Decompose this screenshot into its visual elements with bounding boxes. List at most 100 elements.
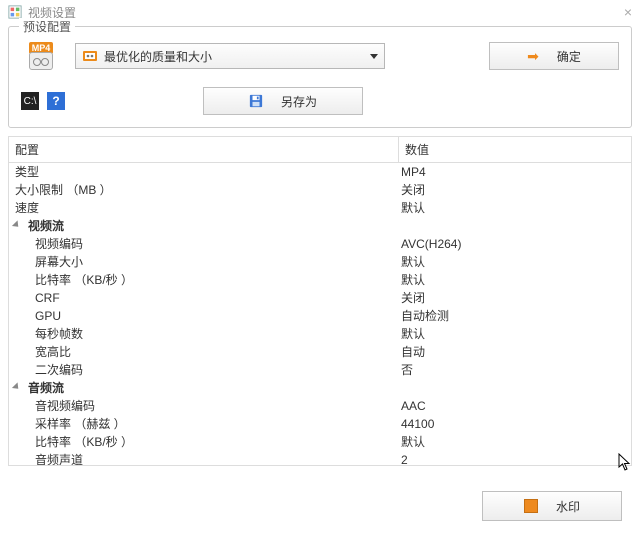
preset-panel: 预设配置 MP4 最优化的质量和大小 ➡ 确定 C:\ ? 另存为: [8, 26, 632, 128]
grid-cell-name-text: 大小限制 （MB ）: [15, 181, 112, 199]
grid-row[interactable]: 音频声道 2: [9, 451, 631, 465]
watermark-label: 水印: [556, 498, 580, 515]
grid-row[interactable]: 大小限制 （MB ） 关闭: [9, 181, 631, 199]
grid-cell-value[interactable]: 默认: [399, 433, 631, 451]
grid-cell-name: 大小限制 （MB ）: [9, 181, 399, 199]
watermark-button[interactable]: 水印: [482, 491, 622, 521]
grid-cell-value-text: AAC: [401, 399, 426, 413]
grid-row[interactable]: 每秒帧数 默认: [9, 325, 631, 343]
grid-cell-value-text: MP4: [401, 165, 426, 179]
grid-cell-name-text: 音频声道: [35, 451, 83, 465]
ok-button[interactable]: ➡ 确定: [489, 42, 619, 70]
grid-cell-name-text: GPU: [35, 307, 61, 325]
grid-cell-name: 宽高比: [9, 343, 399, 361]
grid-row[interactable]: 音视频编码 AAC: [9, 397, 631, 415]
grid-cell-name-text: 采样率 （赫兹 ）: [35, 415, 126, 433]
grid-cell-value[interactable]: 关闭: [399, 289, 631, 307]
grid-row[interactable]: CRF 关闭: [9, 289, 631, 307]
grid-row[interactable]: GPU 自动检测: [9, 307, 631, 325]
grid-cell-name: GPU: [9, 307, 399, 325]
grid-cell-value[interactable]: 否: [399, 361, 631, 379]
ok-button-label: 确定: [557, 48, 581, 65]
grid-cell-name-text: CRF: [35, 289, 60, 307]
grid-cell-name-text: 比特率 （KB/秒 ）: [35, 271, 133, 289]
grid-row[interactable]: 二次编码否: [9, 361, 631, 379]
grid-cell-value[interactable]: 44100: [399, 415, 631, 433]
grid-header-name[interactable]: 配置: [9, 137, 399, 162]
collapse-icon[interactable]: [13, 383, 23, 393]
chevron-down-icon: [370, 54, 378, 59]
grid-cell-name: 音频流: [9, 379, 399, 397]
grid-cell-value-text: 否: [401, 363, 413, 377]
grid-cell-name-text: 宽高比: [35, 343, 71, 361]
close-icon[interactable]: ×: [624, 4, 632, 20]
preset-select-text: 最优化的质量和大小: [104, 48, 364, 65]
grid-row[interactable]: 宽高比 自动: [9, 343, 631, 361]
grid-cell-value-text: 默认: [401, 327, 425, 341]
console-icon[interactable]: C:\: [21, 92, 39, 110]
grid-cell-name: CRF: [9, 289, 399, 307]
titlebar: 视频设置 ×: [0, 0, 640, 24]
grid-cell-value[interactable]: 默认: [399, 271, 631, 289]
grid-cell-value[interactable]: 自动检测: [399, 307, 631, 325]
help-icon[interactable]: ?: [47, 92, 65, 110]
grid-body[interactable]: 类型MP4大小限制 （MB ）关闭速度默认视频流视频编码AVC(H264)屏幕大…: [9, 163, 631, 465]
preset-select-icon: [82, 48, 98, 64]
grid-cell-value[interactable]: AAC: [399, 397, 631, 415]
collapse-icon[interactable]: [13, 221, 23, 231]
grid-cell-value[interactable]: MP4: [399, 163, 631, 181]
grid-cell-value-text: 默认: [401, 273, 425, 287]
grid-row[interactable]: 比特率 （KB/秒 ） 默认: [9, 271, 631, 289]
save-as-button[interactable]: 另存为: [203, 87, 363, 115]
grid-cell-value[interactable]: 默认: [399, 253, 631, 271]
grid-cell-name-text: 类型: [15, 163, 39, 181]
grid-cell-name: 速度: [9, 199, 399, 217]
grid-cell-name-text: 视频流: [28, 217, 64, 235]
save-as-label: 另存为: [281, 93, 317, 110]
grid-cell-value-text: 默认: [401, 201, 425, 215]
grid-cell-value[interactable]: AVC(H264): [399, 235, 631, 253]
grid-row[interactable]: 音频流: [9, 379, 631, 397]
grid-row[interactable]: 屏幕大小默认: [9, 253, 631, 271]
grid-cell-value[interactable]: 默认: [399, 199, 631, 217]
grid-cell-value-text: 关闭: [401, 183, 425, 197]
grid-cell-name-text: 每秒帧数: [35, 325, 83, 343]
grid-cell-value[interactable]: 自动: [399, 343, 631, 361]
grid-cell-name-text: 音频流: [28, 379, 64, 397]
grid-cell-name: 音频声道: [9, 451, 399, 465]
grid-row[interactable]: 比特率 （KB/秒 ）默认: [9, 433, 631, 451]
save-icon: [249, 94, 263, 108]
grid-row[interactable]: 类型 MP4: [9, 163, 631, 181]
grid-cell-value-text: 自动: [401, 345, 425, 359]
grid-cell-name: 类型: [9, 163, 399, 181]
grid-row[interactable]: 采样率 （赫兹 ） 44100: [9, 415, 631, 433]
grid-cell-name-text: 视频编码: [35, 235, 83, 253]
grid-cell-value-text: 默认: [401, 435, 425, 449]
grid-cell-value[interactable]: 2: [399, 451, 631, 465]
grid-cell-value-text: 44100: [401, 417, 434, 431]
grid-cell-name: 每秒帧数: [9, 325, 399, 343]
grid-header-value[interactable]: 数值: [399, 137, 631, 162]
grid-cell-value[interactable]: 默认: [399, 325, 631, 343]
reel-icon: [29, 52, 53, 70]
grid-cell-value[interactable]: 关闭: [399, 181, 631, 199]
grid-cell-name: 二次编码: [9, 361, 399, 379]
property-grid: 配置 数值 类型MP4大小限制 （MB ）关闭速度默认视频流视频编码AVC(H2…: [8, 136, 632, 466]
grid-cell-value-text: AVC(H264): [401, 237, 461, 251]
app-icon: [8, 5, 22, 19]
watermark-icon: [524, 499, 538, 513]
grid-cell-name: 音视频编码: [9, 397, 399, 415]
grid-cell-value-text: 关闭: [401, 291, 425, 305]
grid-header: 配置 数值: [9, 137, 631, 163]
preset-row-2: C:\ ? 另存为: [21, 87, 619, 115]
grid-cell-name: 比特率 （KB/秒 ）: [9, 433, 399, 451]
grid-row[interactable]: 视频编码 AVC(H264): [9, 235, 631, 253]
grid-cell-name: 视频流: [9, 217, 399, 235]
grid-row[interactable]: 视频流: [9, 217, 631, 235]
grid-cell-name-text: 音视频编码: [35, 397, 95, 415]
grid-cell-value-text: 自动检测: [401, 309, 449, 323]
preset-row-1: MP4 最优化的质量和大小 ➡ 确定: [21, 37, 619, 75]
grid-cell-value-text: 2: [401, 453, 408, 465]
preset-select[interactable]: 最优化的质量和大小: [75, 43, 385, 69]
grid-row[interactable]: 速度默认: [9, 199, 631, 217]
